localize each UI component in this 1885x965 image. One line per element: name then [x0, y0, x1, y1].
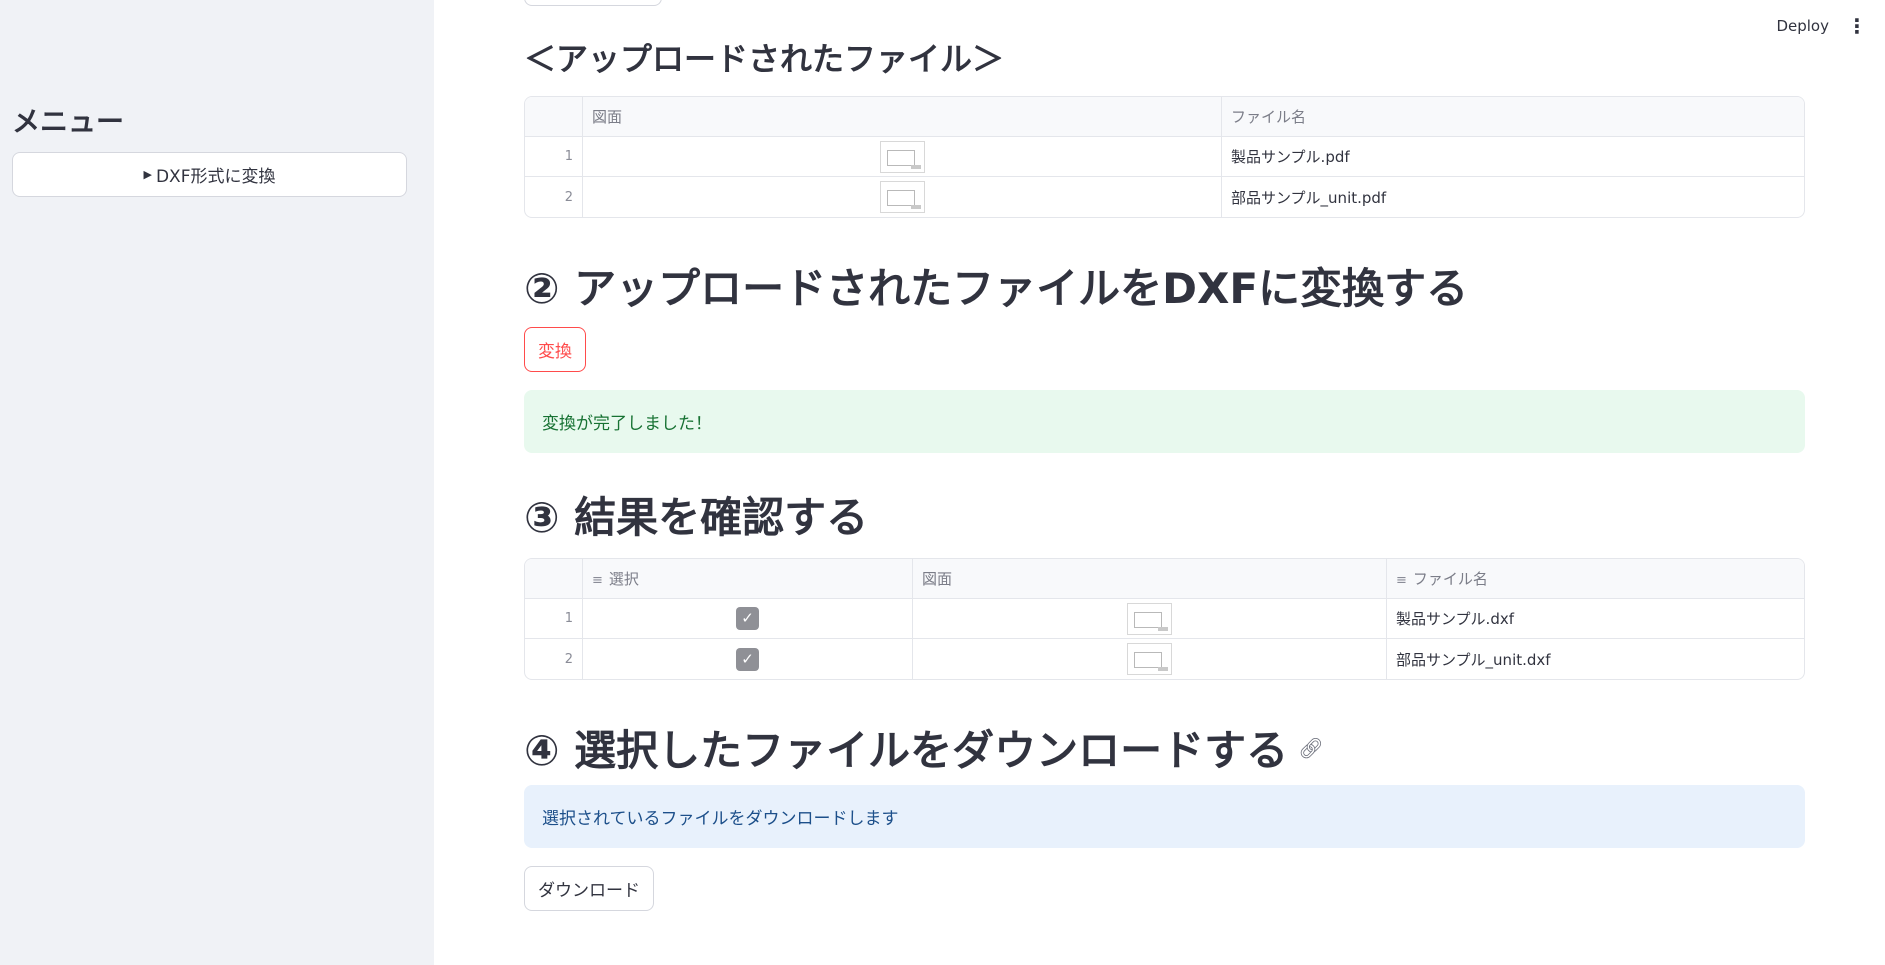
convert-button[interactable]: 変換 [524, 327, 586, 372]
success-alert: 変換が完了しました！ [524, 390, 1805, 453]
step3-heading: ③ 結果を確認する [524, 484, 868, 545]
main-area: Deploy ⋮ ＜アップロードされたファイル＞ 図面 ファイル名 1 製品サン… [434, 0, 1885, 965]
table-row: 1 ✓ 製品サンプル.dxf [525, 599, 1804, 639]
uploaded-files-heading: ＜アップロードされたファイル＞ [524, 40, 1005, 78]
filename-column-header[interactable]: ≡ ファイル名 [1387, 559, 1804, 599]
dxf-convert-menu-button[interactable]: ▶ DXF形式に変換 [12, 152, 407, 197]
uploaded-files-table: 図面 ファイル名 1 製品サンプル.pdf 2 部品サンプル_unit.pdf [524, 96, 1805, 218]
info-message: 選択されているファイルをダウンロードします [542, 809, 899, 829]
editable-column-icon: ≡ [1396, 573, 1407, 588]
drawing-thumbnail [1127, 602, 1172, 635]
play-triangle-icon: ▶ [143, 168, 152, 181]
index-header [525, 559, 583, 599]
filename-cell[interactable]: 製品サンプル.pdf [1222, 137, 1804, 177]
select-cell[interactable]: ✓ [583, 639, 913, 679]
drawing-column-header[interactable]: 図面 [583, 97, 1222, 137]
sidebar: メニュー ▶ DXF形式に変換 [0, 0, 434, 965]
row-index: 1 [525, 599, 583, 639]
sidebar-title: メニュー [12, 105, 125, 138]
table-header-row: ≡ 選択 図面 ≡ ファイル名 [525, 559, 1804, 599]
link-icon[interactable]: 🔗︎ [1298, 736, 1323, 760]
filename-cell[interactable]: 部品サンプル_unit.dxf [1387, 639, 1804, 679]
results-table: ≡ 選択 図面 ≡ ファイル名 1 ✓ 製品サンプル.dxf 2 ✓ 部品サンプ… [524, 558, 1805, 680]
drawing-thumbnail [879, 140, 925, 173]
dxf-convert-menu-label: DXF形式に変換 [155, 167, 276, 187]
filename-cell[interactable]: 部品サンプル_unit.pdf [1222, 177, 1804, 217]
drawing-cell[interactable] [583, 177, 1222, 217]
kebab-menu-icon[interactable]: ⋮ [1847, 16, 1867, 36]
table-row: 1 製品サンプル.pdf [525, 137, 1804, 177]
drawing-column-header[interactable]: 図面 [913, 559, 1387, 599]
step4-heading: ④ 選択したファイルをダウンロードする 🔗︎ [524, 717, 1324, 778]
checkbox-checked-icon[interactable]: ✓ [736, 647, 759, 671]
drawing-cell[interactable] [913, 639, 1387, 679]
drawing-thumbnail [879, 181, 925, 213]
app-header: Deploy ⋮ [1776, 16, 1867, 36]
deploy-button[interactable]: Deploy [1776, 17, 1829, 35]
filename-column-label: ファイル名 [1412, 570, 1488, 588]
index-header [525, 97, 583, 137]
select-column-label: 選択 [608, 570, 639, 588]
table-row: 2 ✓ 部品サンプル_unit.dxf [525, 639, 1804, 679]
drawing-thumbnail [1127, 643, 1172, 675]
step2-heading: ② アップロードされたファイルをDXFに変換する [524, 255, 1468, 316]
select-cell[interactable]: ✓ [583, 599, 913, 639]
step3-heading-text: ③ 結果を確認する [524, 493, 869, 542]
row-index: 1 [525, 137, 583, 177]
row-index: 2 [525, 177, 583, 217]
previous-widget-edge [524, 0, 662, 6]
checkbox-checked-icon[interactable]: ✓ [736, 607, 759, 630]
filename-cell[interactable]: 製品サンプル.dxf [1387, 599, 1804, 639]
editable-column-icon: ≡ [592, 573, 603, 588]
success-message: 変換が完了しました！ [542, 414, 712, 434]
table-row: 2 部品サンプル_unit.pdf [525, 177, 1804, 217]
table-header-row: 図面 ファイル名 [525, 97, 1804, 137]
drawing-cell[interactable] [913, 599, 1387, 639]
drawing-cell[interactable] [583, 137, 1222, 177]
filename-column-header[interactable]: ファイル名 [1222, 97, 1804, 137]
step4-heading-text: ④ 選択したファイルをダウンロードする [524, 726, 1289, 775]
select-column-header[interactable]: ≡ 選択 [583, 559, 913, 599]
download-button[interactable]: ダウンロード [524, 866, 654, 911]
row-index: 2 [525, 639, 583, 679]
step2-heading-text: ② アップロードされたファイルをDXFに変換する [524, 264, 1469, 313]
info-alert: 選択されているファイルをダウンロードします [524, 785, 1805, 848]
